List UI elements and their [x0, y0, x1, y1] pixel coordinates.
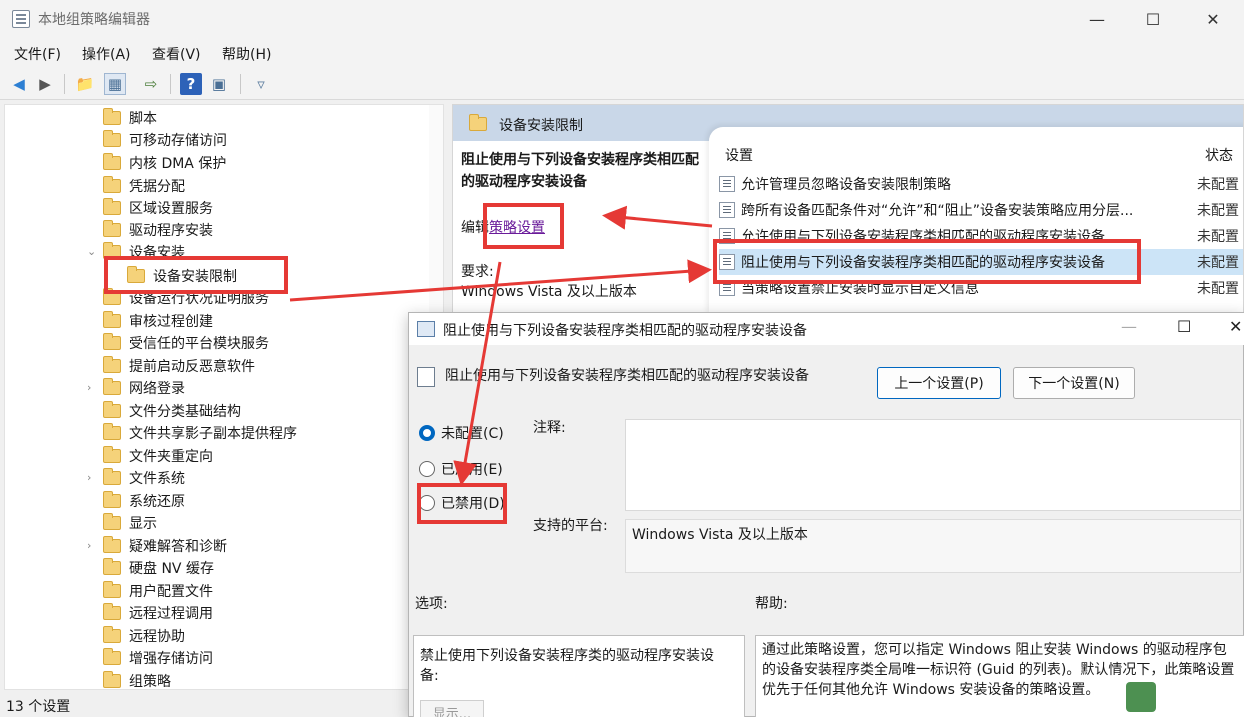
- app-window: 本地组策略编辑器 — ☐ ✕ 文件(F) 操作(A) 查看(V) 帮助(H) ◀…: [0, 0, 1244, 717]
- arrow-list-to-link: [602, 205, 713, 230]
- watermark-logo: [1126, 680, 1240, 712]
- arrow-link-to-radio: [453, 261, 502, 486]
- annotation-arrows: [289, 205, 713, 486]
